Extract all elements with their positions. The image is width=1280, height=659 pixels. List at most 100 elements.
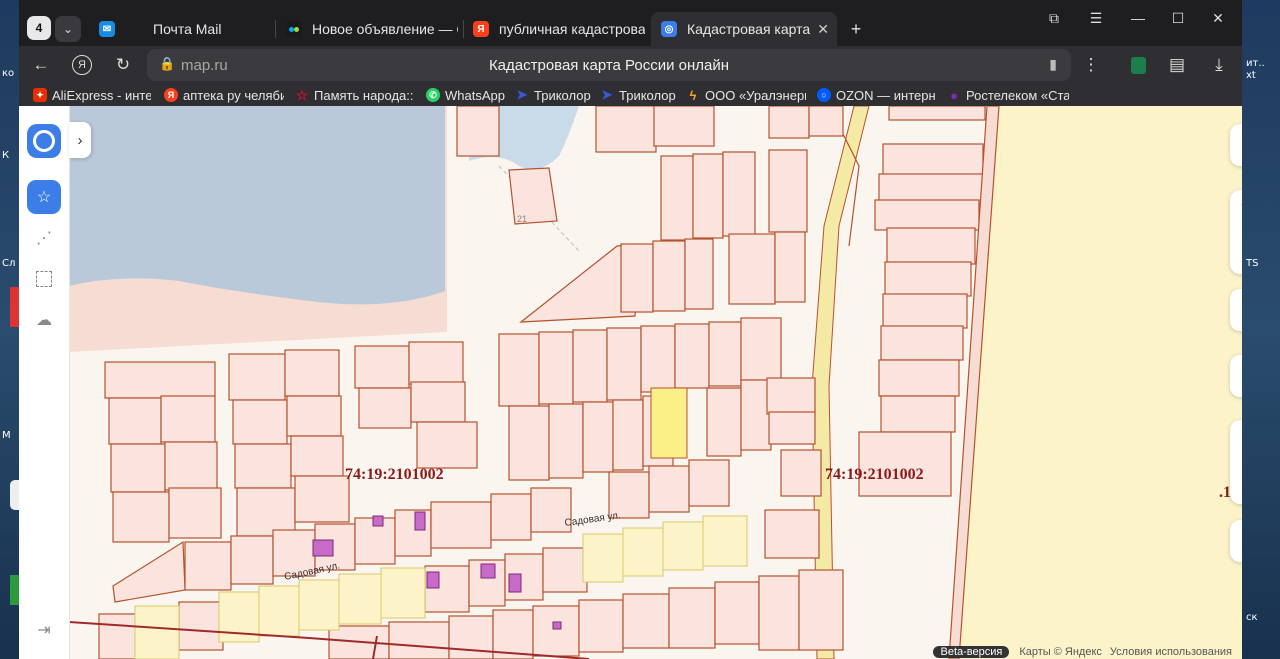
parcel <box>354 345 410 389</box>
address-bar[interactable]: 🔒 map.ru Кадастровая карта России онлайн… <box>147 49 1071 81</box>
bookmark-icon[interactable]: ▮ <box>1049 56 1057 73</box>
collections-icon[interactable]: ⧉ <box>1042 8 1066 28</box>
more-icon[interactable]: ⋮ <box>1078 53 1104 77</box>
login-icon: ⇥ <box>37 622 51 639</box>
lightning-icon: ϟ <box>689 87 697 103</box>
geolocation-button[interactable]: ➤ <box>1230 520 1242 562</box>
parcel-yellow <box>298 579 340 631</box>
back-icon[interactable]: ← <box>28 53 54 77</box>
yandex-home-icon[interactable]: Я <box>69 53 95 77</box>
parcel <box>490 493 532 541</box>
tab-count-button[interactable]: 4 <box>27 16 51 40</box>
maximize-icon[interactable]: ☐ <box>1166 8 1190 28</box>
bookmark-tricolor-1[interactable]: ➤ Триколор <box>515 86 591 104</box>
parcel-yellow <box>582 533 624 583</box>
login-button[interactable]: ⇥ <box>27 613 61 647</box>
parcel <box>532 605 580 657</box>
parcel <box>294 475 350 523</box>
desktop-icon[interactable]: ит.. <box>1246 58 1265 69</box>
desktop-icon[interactable]: Сл <box>2 258 15 269</box>
parcel <box>858 431 952 497</box>
desktop-icon[interactable]: ко <box>2 68 14 79</box>
favorites-button[interactable]: ☆ <box>27 180 61 214</box>
tab-separator <box>275 20 276 38</box>
bookmark-label: Ростелеком «Стар <box>966 87 1069 103</box>
extension-icon[interactable] <box>1125 53 1151 77</box>
bookmark-label: ООО «Уралэнерго <box>705 87 806 103</box>
parcel <box>110 443 166 493</box>
tab-new-ad[interactable]: Новое объявление — Об <box>286 12 458 46</box>
desktop-icon[interactable]: TS <box>1246 258 1258 269</box>
window-close-icon[interactable]: ✕ <box>1206 8 1230 28</box>
new-tab-button[interactable]: + <box>845 18 867 40</box>
terms-link[interactable]: Условия использования <box>1110 646 1232 658</box>
expand-panel-button[interactable]: › <box>69 122 91 158</box>
desktop-icon[interactable]: К <box>2 150 9 161</box>
parcel <box>595 106 657 153</box>
edit-button[interactable]: ✎ <box>1230 232 1242 274</box>
bookmark-label: Память народа::П <box>314 87 413 103</box>
bookmark-tricolor-2[interactable]: ➤ Триколор <box>600 86 678 104</box>
tab-cadastral-map[interactable]: ◎ Кадастровая карта Росс ✕ <box>651 12 837 46</box>
bookmark-ozon[interactable]: ○ OZON — интерне <box>817 86 935 104</box>
bookmark-pamyat[interactable]: ☆ Память народа::П <box>295 86 413 104</box>
parcel <box>184 541 232 591</box>
menu-icon[interactable]: ☰ <box>1084 8 1108 28</box>
minimize-icon[interactable]: — <box>1126 8 1150 28</box>
parcel <box>692 153 724 239</box>
close-icon[interactable]: ✕ <box>817 21 829 38</box>
bookmark-apteka[interactable]: Яаптека ру челябин <box>164 86 284 104</box>
map-ru-logo[interactable] <box>27 124 61 158</box>
desktop-icon[interactable]: М <box>2 430 11 441</box>
page-title: Кадастровая карта России онлайн <box>488 57 730 74</box>
parcel <box>108 397 162 445</box>
desktop-icon[interactable]: xt <box>1246 70 1256 81</box>
chevron-down-icon[interactable]: ⌄ <box>55 16 81 42</box>
yandex-maps-credit[interactable]: Карты © Яндекс <box>1019 646 1102 658</box>
parcel <box>674 323 710 389</box>
reload-icon[interactable]: ↻ <box>110 53 136 77</box>
bookmark-aliexpress[interactable]: ✦ AliExpress - интер <box>33 86 151 104</box>
cadastral-map[interactable]: 21 74:19:2101002 74:19:2101002 .19 Садов… <box>69 106 1242 659</box>
parcel <box>640 325 676 393</box>
tools-control: 📏 ✎ <box>1230 190 1242 274</box>
mail-icon: ✉ <box>99 21 115 37</box>
ruler-button[interactable]: 📏 <box>1230 190 1242 232</box>
route-button[interactable]: ⋰ <box>27 221 61 255</box>
parcel <box>410 381 466 423</box>
building <box>552 621 562 630</box>
upload-button[interactable]: ⇧ <box>1230 289 1242 331</box>
browser-window: 4 ⌄ ✉ Почта Mail Новое объявление — Об Я… <box>19 0 1242 659</box>
aliexpress-icon: ✦ <box>33 88 47 102</box>
tab-label: Новое объявление — Об <box>312 21 458 37</box>
bookmark-label: аптека ру челябин <box>183 87 284 103</box>
parcel <box>112 491 170 543</box>
building <box>480 563 496 579</box>
parcel <box>234 443 292 489</box>
bookmark-label: AliExpress - интер <box>52 87 151 103</box>
tab-mail[interactable]: ✉ Почта Mail <box>99 12 267 46</box>
parcel <box>706 387 742 457</box>
avito-icon <box>286 21 302 37</box>
bookmark-whatsapp[interactable]: ✆ WhatsApp <box>426 86 506 104</box>
desktop-icon[interactable]: ск <box>1246 612 1258 623</box>
water-area <box>69 106 445 305</box>
zoom-in-button[interactable]: + <box>1230 420 1242 462</box>
yandex-icon: Я <box>164 88 178 102</box>
cloud-button[interactable]: ☁ <box>27 303 61 337</box>
tab-public-cadastral[interactable]: Я публичная кадастровая к <box>473 12 645 46</box>
map-ru-icon: ◎ <box>661 21 677 37</box>
bookmark-rostelecom[interactable]: ● Ростелеком «Стар <box>947 86 1069 104</box>
geolocation-control: ➤ <box>1230 520 1242 562</box>
share-button[interactable]: ⋖ <box>1230 355 1242 397</box>
select-area-button[interactable] <box>27 262 61 296</box>
parcel <box>408 341 464 385</box>
download-icon[interactable]: ⤓ <box>1206 53 1232 77</box>
zoom-out-button[interactable]: − <box>1230 462 1242 504</box>
parcel <box>728 233 776 305</box>
bookmark-uralenergo[interactable]: ϟ ООО «Уралэнерго <box>686 86 806 104</box>
parcel <box>882 143 984 177</box>
layers-button[interactable]: ◈ <box>1230 124 1242 166</box>
reading-list-icon[interactable]: ▤ <box>1164 53 1190 77</box>
parcel <box>358 387 412 429</box>
